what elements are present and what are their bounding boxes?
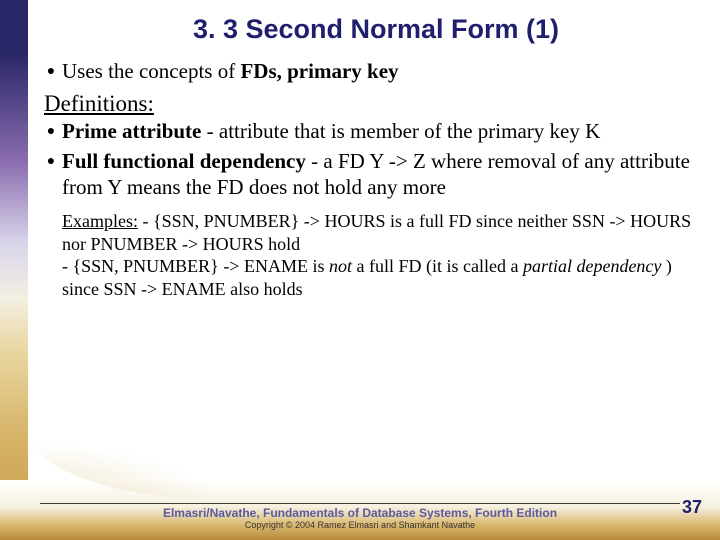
example-2-partial: partial dependency bbox=[523, 256, 661, 276]
definition-text: Full functional dependency - a FD Y -> Z… bbox=[62, 149, 708, 200]
definition-full-fd: ● Full functional dependency - a FD Y ->… bbox=[44, 149, 708, 200]
intro-line: ● Uses the concepts of FDs, primary key bbox=[44, 59, 708, 85]
examples-label: Examples: bbox=[62, 211, 138, 231]
term-full-fd: Full functional dependency bbox=[62, 149, 306, 173]
example-2-not: not bbox=[329, 256, 352, 276]
definition-prime-attribute: ● Prime attribute - attribute that is me… bbox=[44, 119, 708, 145]
example-2-part-a: - {SSN, PNUMBER} -> ENAME is bbox=[62, 256, 329, 276]
slide: 3. 3 Second Normal Form (1) ● Uses the c… bbox=[0, 0, 720, 540]
footer-copyright: Copyright © 2004 Ramez Elmasri and Shamk… bbox=[0, 520, 720, 530]
intro-text: Uses the concepts of FDs, primary key bbox=[62, 59, 399, 85]
slide-title: 3. 3 Second Normal Form (1) bbox=[44, 14, 708, 45]
bullet-icon: ● bbox=[44, 59, 58, 85]
slide-footer: Elmasri/Navathe, Fundamentals of Databas… bbox=[0, 503, 720, 530]
left-gradient-strip bbox=[0, 0, 28, 540]
term-prime-attribute-desc: - attribute that is member of the primar… bbox=[201, 119, 600, 143]
intro-bold: FDs, primary key bbox=[240, 59, 398, 83]
definition-text: Prime attribute - attribute that is memb… bbox=[62, 119, 600, 145]
examples-block: Examples: - {SSN, PNUMBER} -> HOURS is a… bbox=[62, 210, 708, 300]
bullet-icon: ● bbox=[44, 149, 58, 175]
example-2: - {SSN, PNUMBER} -> ENAME is not a full … bbox=[62, 256, 672, 299]
bullet-icon: ● bbox=[44, 119, 58, 145]
slide-content: 3. 3 Second Normal Form (1) ● Uses the c… bbox=[44, 0, 708, 540]
term-prime-attribute: Prime attribute bbox=[62, 119, 201, 143]
intro-pre: Uses the concepts of bbox=[62, 59, 240, 83]
footer-rule bbox=[40, 503, 680, 504]
example-2-part-b: a full FD (it is called a bbox=[352, 256, 523, 276]
page-number: 37 bbox=[682, 497, 702, 518]
footer-title: Elmasri/Navathe, Fundamentals of Databas… bbox=[0, 506, 720, 520]
definitions-heading: Definitions: bbox=[44, 91, 708, 117]
example-1: - {SSN, PNUMBER} -> HOURS is a full FD s… bbox=[62, 211, 691, 254]
